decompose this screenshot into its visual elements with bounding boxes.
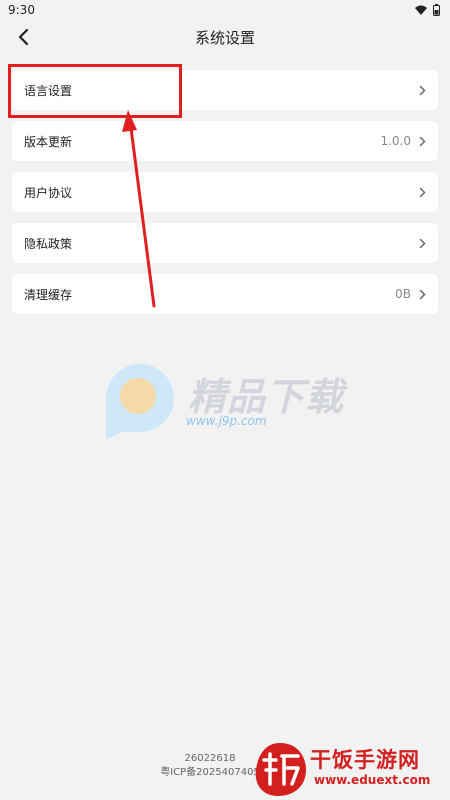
setting-right: 1.0.0 [380, 134, 426, 148]
setting-label: 隐私政策 [24, 236, 73, 251]
setting-right [411, 238, 426, 249]
status-bar: 9:30 [0, 0, 450, 20]
build-number: 26022618 [184, 753, 236, 764]
watermark-url: www.j9p.com [186, 414, 267, 428]
setting-privacy-policy[interactable]: 隐私政策 [12, 223, 438, 263]
setting-label: 用户协议 [24, 185, 73, 200]
watermark: 精品下载 www.j9p.com [100, 358, 360, 442]
setting-label: 版本更新 [24, 134, 73, 149]
setting-language[interactable]: 语言设置 [12, 70, 438, 110]
page-title: 系统设置 [194, 28, 255, 47]
wifi-icon [415, 5, 427, 15]
chevron-right-icon [419, 187, 426, 197]
chevron-right-icon [419, 289, 426, 299]
watermark-text: 精品下载 [188, 375, 345, 419]
setting-right [411, 85, 426, 96]
settings-list: 语言设置 版本更新 1.0.0 用户协议 隐私政策 清理缓存 0B [12, 70, 438, 314]
icp-number: 粤ICP备2025407405 [160, 767, 260, 778]
setting-user-agreement[interactable]: 用户协议 [12, 172, 438, 212]
status-icons [415, 4, 440, 16]
setting-clear-cache[interactable]: 清理缓存 0B [12, 274, 438, 314]
chevron-right-icon [419, 85, 426, 95]
setting-right: 0B [395, 287, 426, 301]
setting-label: 语言设置 [24, 83, 73, 98]
battery-icon [433, 4, 440, 16]
setting-value: 1.0.0 [380, 134, 411, 148]
site-name: 干饭手游网 [310, 748, 420, 772]
chevron-right-icon [419, 238, 426, 248]
site-url: www.eduext.com [314, 773, 431, 787]
back-button[interactable] [10, 24, 36, 50]
setting-right [411, 187, 426, 198]
footer: 26022618 粤ICP备2025407405 [150, 752, 270, 780]
setting-label: 清理缓存 [24, 287, 73, 302]
status-time: 9:30 [8, 3, 35, 17]
setting-version-update[interactable]: 版本更新 1.0.0 [12, 121, 438, 161]
chevron-right-icon [419, 136, 426, 146]
site-logo: 干饭手游网 www.eduext.com [252, 740, 450, 800]
chevron-left-icon [18, 28, 29, 46]
nav-bar: 系统设置 [0, 20, 450, 54]
setting-value: 0B [395, 287, 411, 301]
watermark-logo-icon [106, 364, 174, 440]
